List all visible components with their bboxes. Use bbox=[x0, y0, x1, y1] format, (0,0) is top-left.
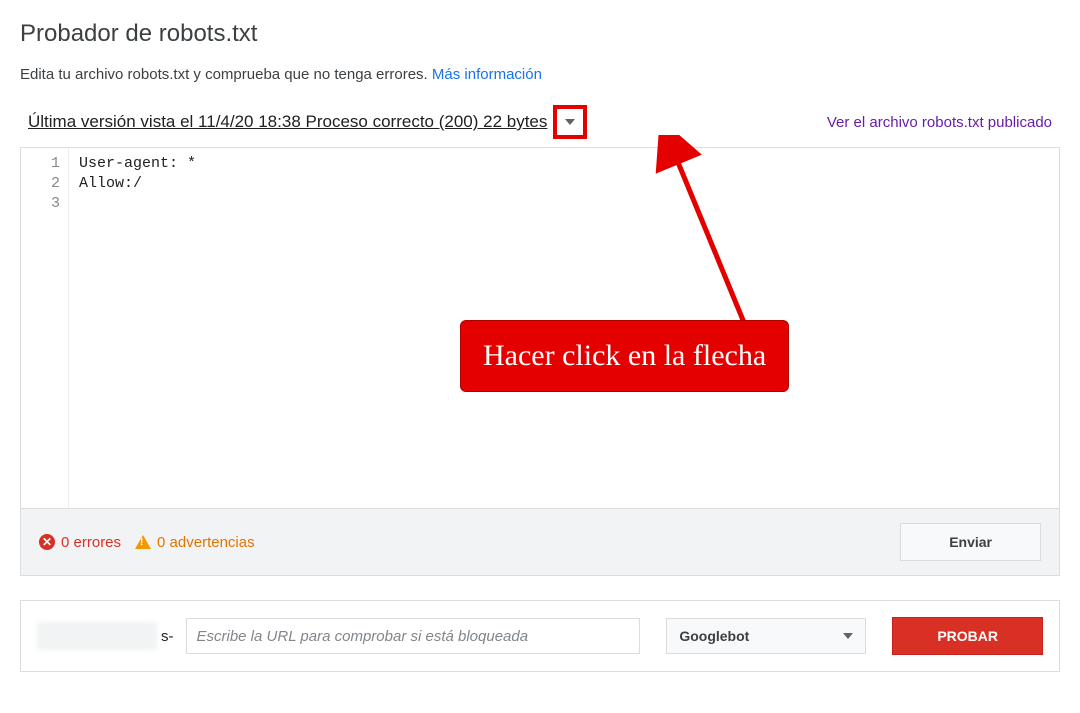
bot-select[interactable]: Googlebot bbox=[666, 618, 866, 654]
editor-gutter: 123 bbox=[21, 148, 69, 508]
bot-selected-label: Googlebot bbox=[679, 628, 749, 644]
version-dropdown-trigger[interactable] bbox=[553, 105, 587, 139]
warnings-count: 0 bbox=[157, 534, 165, 551]
stats: ✕ 0 errores 0 advertencias bbox=[39, 534, 255, 551]
errors-count: 0 bbox=[61, 534, 69, 551]
chevron-down-icon bbox=[843, 633, 853, 639]
status-row: Última versión vista el 11/4/20 18:38 Pr… bbox=[20, 105, 1060, 147]
errors-stat: ✕ 0 errores bbox=[39, 534, 121, 551]
robots-editor[interactable]: 123 User-agent: *Allow:/ bbox=[21, 148, 1059, 508]
more-info-link[interactable]: Más información bbox=[432, 66, 542, 83]
warning-icon bbox=[135, 535, 151, 549]
page-title: Probador de robots.txt bbox=[20, 20, 1060, 48]
editor-panel: 123 User-agent: *Allow:/ ✕ 0 errores 0 a… bbox=[20, 147, 1060, 576]
url-test-panel: s- Googlebot PROBAR bbox=[20, 600, 1060, 672]
intro-text: Edita tu archivo robots.txt y comprueba … bbox=[20, 66, 432, 83]
domain-suffix: s- bbox=[161, 628, 174, 645]
last-seen-status: Última versión vista el 11/4/20 18:38 Pr… bbox=[28, 112, 547, 132]
editor-code[interactable]: User-agent: *Allow:/ bbox=[69, 148, 1059, 508]
view-published-link[interactable]: Ver el archivo robots.txt publicado bbox=[827, 114, 1052, 131]
submit-button[interactable]: Enviar bbox=[900, 523, 1041, 561]
errors-label: errores bbox=[74, 534, 122, 551]
intro-line: Edita tu archivo robots.txt y comprueba … bbox=[20, 66, 1060, 83]
test-button[interactable]: PROBAR bbox=[892, 617, 1043, 655]
error-icon: ✕ bbox=[39, 534, 55, 550]
domain-blurred bbox=[37, 622, 157, 650]
warnings-label: advertencias bbox=[170, 534, 255, 551]
chevron-down-icon bbox=[565, 119, 575, 125]
url-input[interactable] bbox=[186, 618, 641, 654]
warnings-stat: 0 advertencias bbox=[135, 534, 255, 551]
editor-footer: ✕ 0 errores 0 advertencias Enviar bbox=[21, 508, 1059, 575]
